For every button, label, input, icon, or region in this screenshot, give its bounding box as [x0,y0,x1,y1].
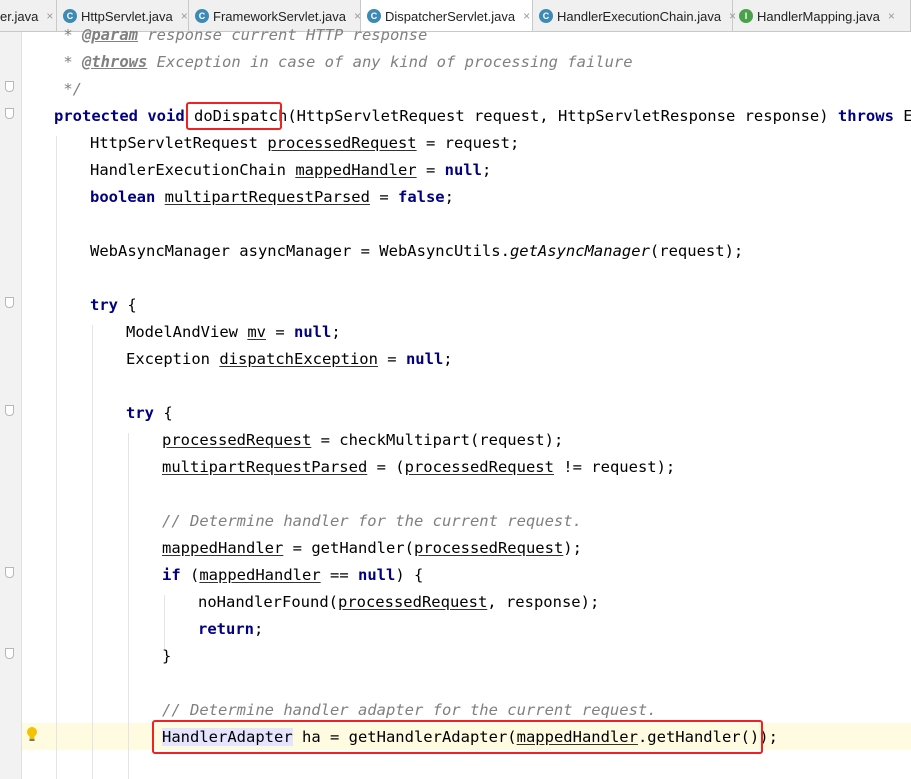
code-line: * @throws Exception in case of any kind … [63,53,633,71]
interface-icon: I [739,9,753,23]
class-icon: C [367,9,381,23]
code-line: */ [63,80,83,98]
fold-icon[interactable] [5,567,14,578]
close-icon[interactable]: × [181,9,188,23]
code-line: multipartRequestParsed = (processedReque… [162,458,676,476]
highlight-box-handleradapter [152,720,763,754]
code-comment: // Determine handler for the current req… [162,512,582,530]
indent-guide [128,433,129,779]
class-icon: C [195,9,209,23]
tab-label: HandlerMapping.java [757,8,880,24]
fold-icon[interactable] [5,81,14,92]
code-line: } [162,647,172,665]
fold-icon[interactable] [5,297,14,308]
code-line: noHandlerFound(processedRequest, respons… [198,593,600,611]
code-line: Exception dispatchException = null; [126,350,453,368]
code-line: try { [90,296,137,314]
fold-icon[interactable] [5,648,14,659]
lightbulb-icon[interactable] [25,726,39,742]
indent-guide [92,325,93,779]
tab-label: er.java [0,8,39,24]
code-line: mappedHandler = getHandler(processedRequ… [162,539,582,557]
code-line: * @param response current HTTP response [63,26,428,44]
code-line: processedRequest = checkMultipart(reques… [162,431,564,449]
close-icon[interactable]: × [46,9,53,23]
code-line: if (mappedHandler == null) { [162,566,424,584]
method-signature: protected void doDispatch(HttpServletReq… [54,107,911,125]
tab-handlermapping[interactable]: I HandlerMapping.java × [733,0,911,31]
code-line: boolean multipartRequestParsed = false; [90,188,454,206]
highlight-box-dodispatch [186,102,282,130]
tab-handlerexecutionchain[interactable]: C HandlerExecutionChain.java × [533,0,736,31]
tab-label: HandlerExecutionChain.java [557,8,722,24]
close-icon[interactable]: × [888,9,895,23]
indent-guide [164,595,165,649]
code-line: WebAsyncManager asyncManager = WebAsyncU… [90,242,744,260]
code-line: HttpServletRequest processedRequest = re… [90,134,520,152]
code-line: try { [126,404,173,422]
class-icon: C [539,9,553,23]
close-icon[interactable]: × [523,9,530,23]
indent-guide [56,136,57,779]
code-line: HandlerExecutionChain mappedHandler = nu… [90,161,492,179]
code-line: return; [198,620,264,638]
fold-icon[interactable] [5,108,14,119]
tab-er-java[interactable]: er.java × [0,0,57,31]
close-icon[interactable]: × [354,9,361,23]
code-line: ModelAndView mv = null; [126,323,341,341]
class-icon: C [63,9,77,23]
fold-icon[interactable] [5,405,14,416]
